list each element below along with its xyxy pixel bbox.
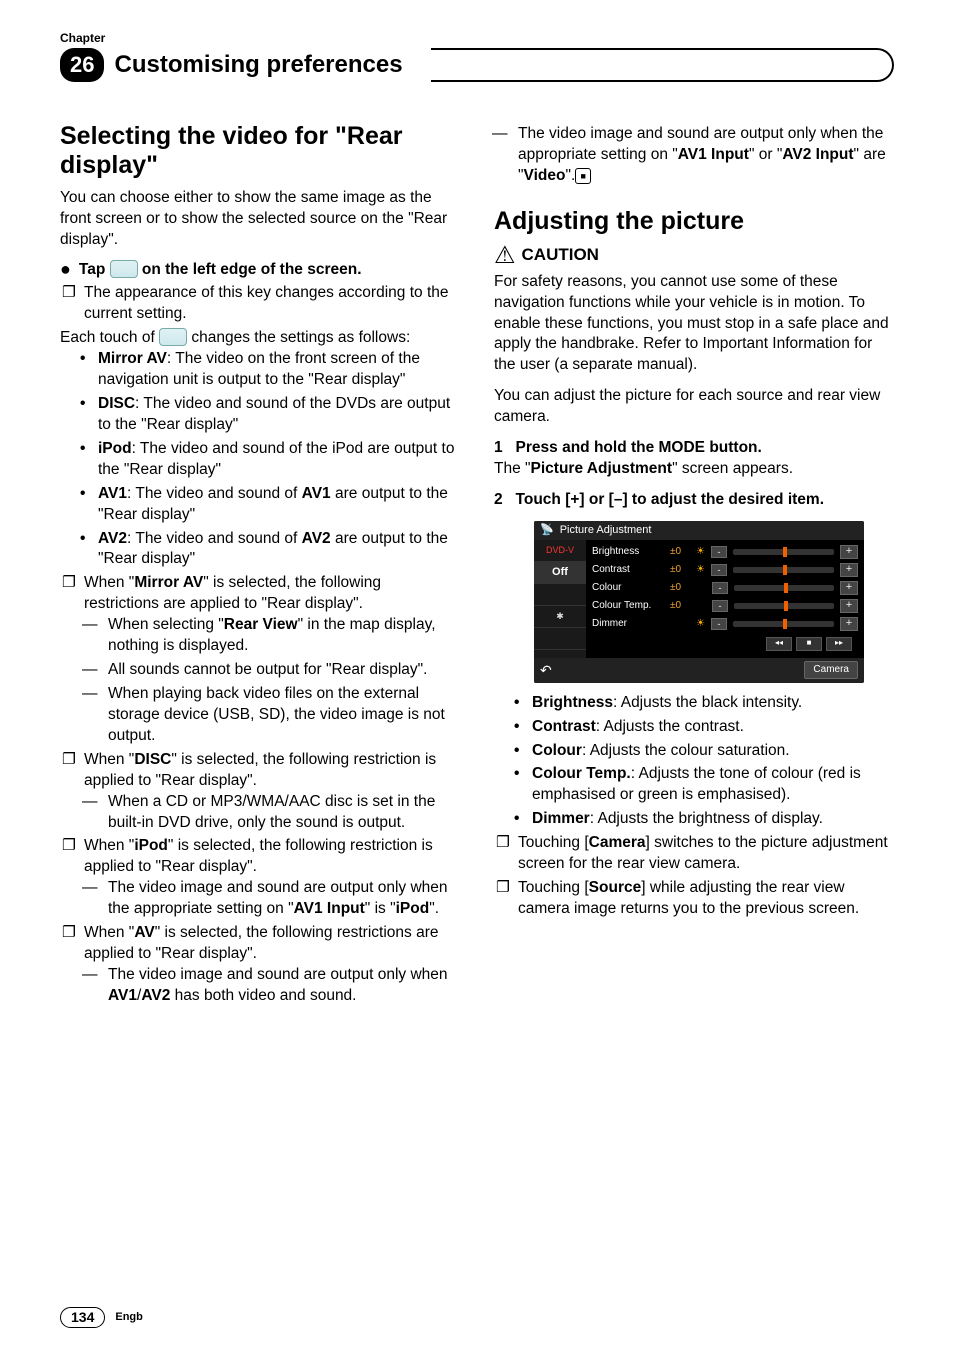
when-disc: When "DISC" is selected, the following r… — [84, 750, 460, 834]
when-ipod: When "iPod" is selected, the following r… — [84, 836, 460, 920]
step-1-result: The "Picture Adjustment" screen appears. — [494, 459, 894, 480]
side-4[interactable]: ✱ — [534, 606, 586, 628]
caution-row: ⚠ CAUTION — [494, 244, 894, 268]
row-colour: Colour±0-+ — [592, 579, 858, 597]
side-3[interactable] — [534, 584, 586, 606]
minus-button[interactable]: - — [711, 546, 727, 558]
option-av2: AV2: The video and sound of AV2 are outp… — [98, 529, 460, 571]
each-touch-line: Each touch of changes the settings as fo… — [60, 328, 460, 349]
rear-display-intro: You can choose either to show the same i… — [60, 188, 460, 251]
caution-body: For safety reasons, you cannot use some … — [494, 272, 894, 377]
rear-key-icon — [110, 260, 138, 278]
minus-button[interactable]: - — [712, 582, 728, 594]
chapter-label: Chapter — [60, 30, 894, 46]
adjust-notes: Touching [Camera] switches to the pictur… — [494, 833, 894, 920]
options-list: Mirror AV: The video on the front screen… — [60, 349, 460, 570]
when-av: When "AV" is selected, the following res… — [84, 923, 460, 1007]
option-disc: DISC: The video and sound of the DVDs ar… — [98, 394, 460, 436]
side-off[interactable]: Off — [534, 562, 586, 584]
restrictions-list: When "Mirror AV" is selected, the follow… — [60, 573, 460, 1006]
chapter-number-badge: 26 — [60, 48, 104, 82]
left-column: Selecting the video for "Rear display" Y… — [60, 122, 460, 1010]
section-heading-adjusting: Adjusting the picture — [494, 207, 894, 236]
plus-button[interactable]: + — [840, 545, 858, 559]
language-code: Engb — [115, 1310, 143, 1325]
bullet-icon: ● — [60, 260, 71, 280]
option-ipod: iPod: The video and sound of the iPod ar… — [98, 439, 460, 481]
row-brightness: Brightness±0☀-+ — [592, 543, 858, 561]
minus-button[interactable]: - — [711, 618, 727, 630]
section-heading-rear-display: Selecting the video for "Rear display" — [60, 122, 460, 180]
tap-post: on the left edge of the screen. — [138, 261, 362, 278]
tap-note: The appearance of this key changes accor… — [84, 283, 460, 325]
stop-icon: ■ — [575, 168, 591, 184]
tap-pre: Tap — [79, 261, 110, 278]
step-2: 2 Touch [+] or [–] to adjust the desired… — [494, 490, 894, 511]
side-5[interactable] — [534, 628, 586, 650]
tap-step: ● Tap on the left edge of the screen. — [60, 260, 460, 281]
chapter-header: 26 Customising preferences — [60, 48, 894, 82]
shot-sidebar: DVD-V Off ✱ — [534, 540, 586, 658]
back-icon[interactable]: ↶ — [540, 661, 552, 680]
mirror-dashes: When selecting "Rear View" in the map di… — [84, 615, 460, 747]
option-av1: AV1: The video and sound of AV1 are outp… — [98, 484, 460, 526]
picture-adjustment-screenshot: 📡Picture Adjustment DVD-V Off ✱ Brightne… — [534, 521, 864, 683]
plus-button[interactable]: + — [840, 617, 858, 631]
minus-button[interactable]: - — [711, 564, 727, 576]
prev-button[interactable]: ◂◂ — [766, 637, 792, 651]
chapter-title: Customising preferences — [114, 49, 420, 81]
caution-label: CAUTION — [522, 244, 599, 267]
shot-title: 📡Picture Adjustment — [534, 521, 864, 540]
minus-button[interactable]: - — [712, 600, 728, 612]
carryover-dash: The video image and sound are output onl… — [494, 124, 894, 187]
plus-button[interactable]: + — [840, 599, 858, 613]
step-1: 1 Press and hold the MODE button. — [494, 438, 894, 459]
when-mirror: When "Mirror AV" is selected, the follow… — [84, 573, 460, 746]
side-dvdv[interactable]: DVD-V — [534, 540, 586, 562]
camera-button[interactable]: Camera — [804, 661, 858, 679]
adjust-intro: You can adjust the picture for each sour… — [494, 386, 894, 428]
tap-note-list: The appearance of this key changes accor… — [60, 283, 460, 325]
row-contrast: Contrast±0☀-+ — [592, 561, 858, 579]
rear-key-icon-2 — [159, 328, 187, 346]
adjust-items-list: Brightness: Adjusts the black intensity.… — [494, 693, 894, 831]
plus-button[interactable]: + — [840, 581, 858, 595]
row-colour-temp: Colour Temp.±0-+ — [592, 597, 858, 615]
page-footer: 134 Engb — [60, 1307, 143, 1328]
right-column: The video image and sound are output onl… — [494, 122, 894, 1010]
next-button[interactable]: ▸▸ — [826, 637, 852, 651]
caution-icon: ⚠ — [494, 244, 516, 268]
row-dimmer: Dimmer☀-+ — [592, 615, 858, 633]
option-mirror-av: Mirror AV: The video on the front screen… — [98, 349, 460, 391]
stop-button[interactable]: ■ — [796, 637, 822, 651]
chapter-cap — [431, 48, 894, 82]
page-number: 134 — [60, 1307, 105, 1328]
plus-button[interactable]: + — [840, 563, 858, 577]
